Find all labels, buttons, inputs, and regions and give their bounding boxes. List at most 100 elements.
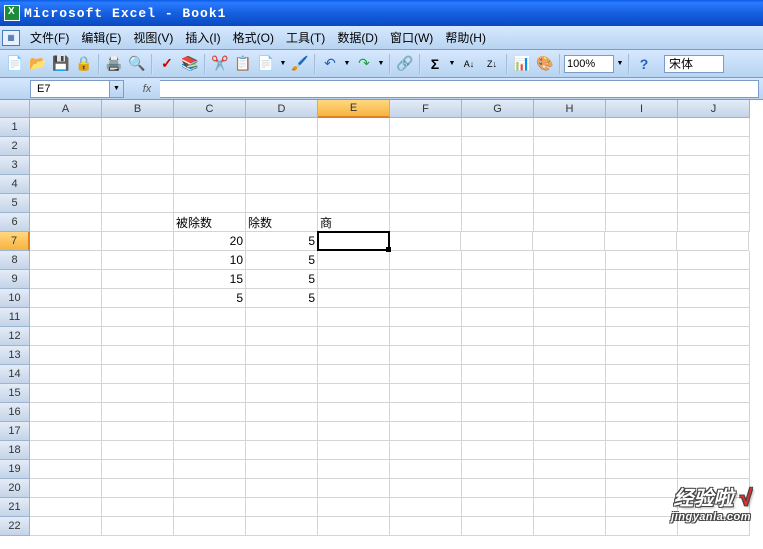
cell-I6[interactable] — [606, 213, 678, 232]
format-painter-button[interactable]: 🖌️ — [289, 53, 311, 75]
cell-J7[interactable] — [677, 232, 749, 251]
cell-H17[interactable] — [534, 422, 606, 441]
cell-E18[interactable] — [318, 441, 390, 460]
cell-C3[interactable] — [174, 156, 246, 175]
cell-E8[interactable] — [318, 251, 390, 270]
cell-B16[interactable] — [102, 403, 174, 422]
cell-I11[interactable] — [606, 308, 678, 327]
cell-J5[interactable] — [678, 194, 750, 213]
redo-dropdown[interactable]: ▼ — [376, 53, 386, 75]
cell-E15[interactable] — [318, 384, 390, 403]
cell-D10[interactable]: 5 — [246, 289, 318, 308]
menu-file[interactable]: 文件(F) — [24, 26, 75, 49]
cell-A15[interactable] — [30, 384, 102, 403]
cell-F14[interactable] — [390, 365, 462, 384]
cell-A19[interactable] — [30, 460, 102, 479]
cell-G3[interactable] — [462, 156, 534, 175]
print-button[interactable]: 🖨️ — [103, 53, 125, 75]
cell-I10[interactable] — [606, 289, 678, 308]
cell-I3[interactable] — [606, 156, 678, 175]
cell-H4[interactable] — [534, 175, 606, 194]
cell-H16[interactable] — [534, 403, 606, 422]
menu-tools[interactable]: 工具(T) — [280, 26, 331, 49]
save-button[interactable]: 💾 — [50, 53, 72, 75]
cell-H20[interactable] — [534, 479, 606, 498]
cell-I14[interactable] — [606, 365, 678, 384]
cell-H8[interactable] — [534, 251, 606, 270]
cell-C9[interactable]: 15 — [174, 270, 246, 289]
col-header-H[interactable]: H — [534, 100, 606, 118]
cell-I13[interactable] — [606, 346, 678, 365]
row-header-19[interactable]: 19 — [0, 460, 30, 479]
cell-F5[interactable] — [390, 194, 462, 213]
cell-D19[interactable] — [246, 460, 318, 479]
cell-F10[interactable] — [390, 289, 462, 308]
cell-G15[interactable] — [462, 384, 534, 403]
undo-button[interactable]: ↶ — [319, 53, 341, 75]
row-header-3[interactable]: 3 — [0, 156, 30, 175]
autosum-dropdown[interactable]: ▼ — [447, 53, 457, 75]
cell-G21[interactable] — [462, 498, 534, 517]
cell-H14[interactable] — [534, 365, 606, 384]
row-header-22[interactable]: 22 — [0, 517, 30, 536]
sort-asc-button[interactable]: A↓ — [458, 53, 480, 75]
cell-A8[interactable] — [30, 251, 102, 270]
col-header-J[interactable]: J — [678, 100, 750, 118]
cell-C8[interactable]: 10 — [174, 251, 246, 270]
cell-E11[interactable] — [318, 308, 390, 327]
cell-J11[interactable] — [678, 308, 750, 327]
cell-I17[interactable] — [606, 422, 678, 441]
menu-data[interactable]: 数据(D) — [331, 26, 384, 49]
cell-J9[interactable] — [678, 270, 750, 289]
cell-I22[interactable] — [606, 517, 678, 536]
zoom-box[interactable]: 100% — [564, 55, 614, 73]
cells-area[interactable]: 被除数除数商20510515555 — [30, 118, 750, 536]
cell-F6[interactable] — [390, 213, 462, 232]
cell-H1[interactable] — [534, 118, 606, 137]
name-box-dropdown[interactable]: ▼ — [110, 80, 124, 98]
cell-G7[interactable] — [461, 232, 533, 251]
col-header-F[interactable]: F — [390, 100, 462, 118]
cell-B20[interactable] — [102, 479, 174, 498]
cell-C18[interactable] — [174, 441, 246, 460]
cell-A5[interactable] — [30, 194, 102, 213]
cell-E7[interactable] — [317, 231, 390, 251]
menu-format[interactable]: 格式(O) — [227, 26, 280, 49]
col-header-G[interactable]: G — [462, 100, 534, 118]
cell-D17[interactable] — [246, 422, 318, 441]
formula-input[interactable] — [160, 80, 759, 98]
cell-F2[interactable] — [390, 137, 462, 156]
cell-D16[interactable] — [246, 403, 318, 422]
new-button[interactable]: 📄 — [4, 53, 26, 75]
cell-B12[interactable] — [102, 327, 174, 346]
row-header-17[interactable]: 17 — [0, 422, 30, 441]
cell-B3[interactable] — [102, 156, 174, 175]
col-header-E[interactable]: E — [318, 100, 390, 118]
cell-F12[interactable] — [390, 327, 462, 346]
cell-F15[interactable] — [390, 384, 462, 403]
cell-F4[interactable] — [390, 175, 462, 194]
menu-window[interactable]: 窗口(W) — [384, 26, 439, 49]
font-name-box[interactable]: 宋体 — [664, 55, 724, 73]
cell-J10[interactable] — [678, 289, 750, 308]
cell-I20[interactable] — [606, 479, 678, 498]
cell-D14[interactable] — [246, 365, 318, 384]
cell-B18[interactable] — [102, 441, 174, 460]
chart-wizard-button[interactable]: 📊 — [511, 53, 533, 75]
cell-E12[interactable] — [318, 327, 390, 346]
cell-J15[interactable] — [678, 384, 750, 403]
row-header-11[interactable]: 11 — [0, 308, 30, 327]
cell-G10[interactable] — [462, 289, 534, 308]
cell-A12[interactable] — [30, 327, 102, 346]
row-header-20[interactable]: 20 — [0, 479, 30, 498]
cell-A3[interactable] — [30, 156, 102, 175]
col-header-C[interactable]: C — [174, 100, 246, 118]
cell-G13[interactable] — [462, 346, 534, 365]
cell-D22[interactable] — [246, 517, 318, 536]
cell-A21[interactable] — [30, 498, 102, 517]
cell-A20[interactable] — [30, 479, 102, 498]
cell-G19[interactable] — [462, 460, 534, 479]
cell-G1[interactable] — [462, 118, 534, 137]
cell-H2[interactable] — [534, 137, 606, 156]
cell-B17[interactable] — [102, 422, 174, 441]
